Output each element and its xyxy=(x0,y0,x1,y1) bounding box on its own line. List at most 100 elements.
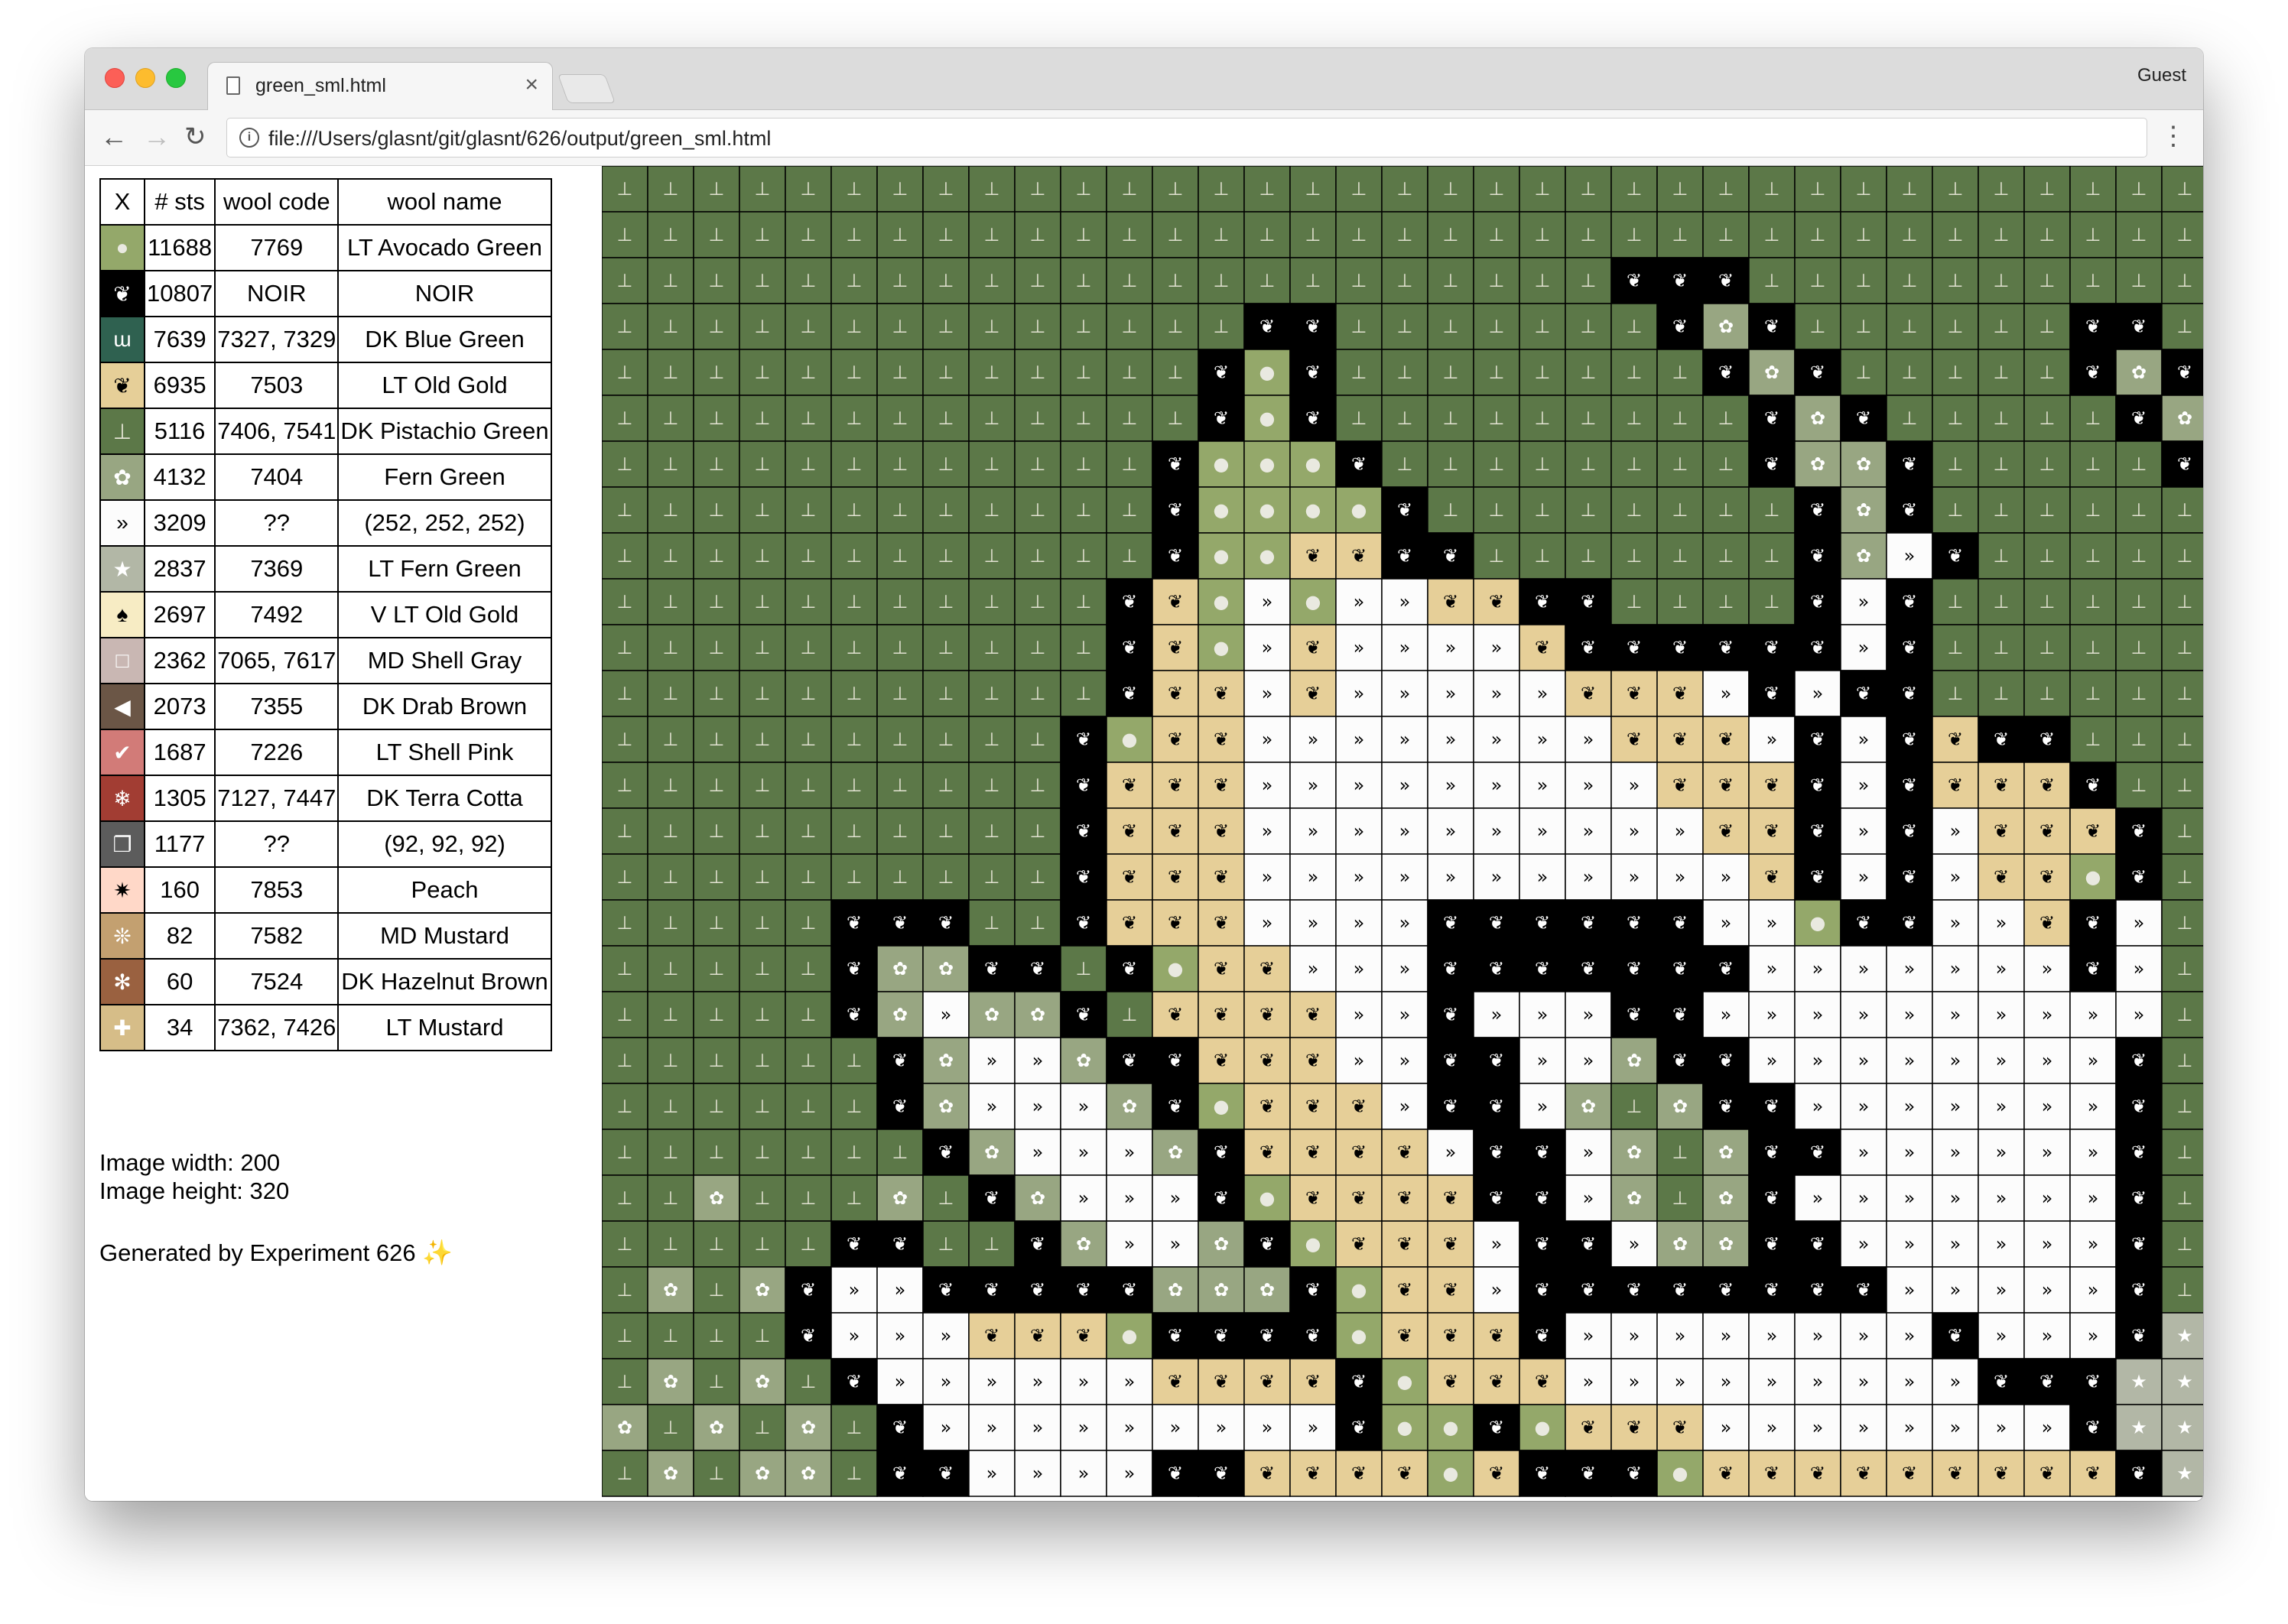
forward-icon[interactable]: → xyxy=(143,116,171,158)
stitch-symbol: » xyxy=(1170,1233,1181,1255)
browser-tab[interactable]: green_sml.html × xyxy=(207,62,553,111)
url-text[interactable]: file:///Users/glasnt/git/glasnt/626/outp… xyxy=(268,127,771,151)
stitch-symbol: ⊥ xyxy=(1076,958,1092,979)
stitch-symbol: ⊥ xyxy=(847,453,863,475)
tab-close-icon[interactable]: × xyxy=(525,72,538,98)
stitch-symbol: ❦ xyxy=(1810,866,1825,888)
stitch-symbol: ❦ xyxy=(1168,591,1183,612)
stitch-symbol: ❦ xyxy=(1351,1417,1367,1438)
stitch-symbol: » xyxy=(1629,1325,1640,1346)
stitch-symbol: ⊥ xyxy=(2177,637,2193,658)
stitch-symbol: ❦ xyxy=(1581,912,1596,934)
stitch-symbol: ⊥ xyxy=(1076,591,1092,612)
stitch-symbol: ❦ xyxy=(1994,1463,2009,1484)
stitch-symbol: ⊥ xyxy=(1764,591,1780,612)
stitch-symbol: ⊥ xyxy=(1030,408,1046,429)
stitch-symbol: ⊥ xyxy=(663,1050,679,1071)
stitch-symbol: » xyxy=(1904,1417,1916,1438)
stitch-symbol: ❦ xyxy=(2039,912,2055,934)
stitch-symbol: ⊥ xyxy=(2177,958,2193,979)
legend-symbol-cell: ❦ xyxy=(99,362,145,409)
stitch-symbol: ❦ xyxy=(2085,1463,2101,1484)
stitch-symbol: » xyxy=(1812,1004,1824,1025)
stitch-symbol: ⊥ xyxy=(1672,591,1688,612)
stitch-symbol: » xyxy=(2134,1004,2145,1025)
back-icon[interactable]: ← xyxy=(100,116,128,158)
stitch-symbol: ⊥ xyxy=(938,820,954,842)
profile-label[interactable]: Guest xyxy=(2137,65,2186,86)
stitch-symbol: ⊥ xyxy=(1672,408,1688,429)
stitch-count-cell: 11688 xyxy=(143,224,216,271)
symbol-swatch: ★ xyxy=(101,547,144,591)
stitch-symbol: ❦ xyxy=(1351,1096,1367,1117)
maximize-window-button[interactable] xyxy=(166,68,186,88)
stitch-symbol: ⊥ xyxy=(2177,775,2193,796)
stitch-symbol: ⊥ xyxy=(755,637,771,658)
stitch-symbol: ⊥ xyxy=(2177,729,2193,750)
stitch-symbol: » xyxy=(1445,775,1457,796)
stitch-symbol: ⊥ xyxy=(801,1233,817,1255)
stitch-symbol: ⊥ xyxy=(984,591,1000,612)
stitch-symbol: ⊥ xyxy=(755,499,771,521)
wool-name-cell: (252, 252, 252) xyxy=(337,499,552,547)
stitch-symbol: ❦ xyxy=(1259,1142,1275,1163)
stitch-symbol: ⊥ xyxy=(617,1233,633,1255)
stitch-symbol: ❦ xyxy=(1443,1050,1458,1071)
stitch-symbol: ⊥ xyxy=(2177,591,2193,612)
stitch-symbol: » xyxy=(1262,683,1273,704)
new-tab-button[interactable] xyxy=(557,74,616,103)
stitch-symbol: ⊥ xyxy=(663,178,679,200)
stitch-symbol: » xyxy=(1354,1050,1365,1071)
stitch-symbol: » xyxy=(1950,866,1961,888)
stitch-symbol: » xyxy=(1721,683,1732,704)
stitch-symbol: ❦ xyxy=(1214,1142,1229,1163)
stitch-symbol: ⊥ xyxy=(892,178,908,200)
stitch-symbol: ❦ xyxy=(1305,1279,1321,1301)
stitch-symbol: » xyxy=(1996,1417,2007,1438)
wool-code-cell: 7492 xyxy=(214,591,340,638)
close-window-button[interactable] xyxy=(105,68,125,88)
wool-name-cell: DK Hazelnut Brown xyxy=(337,958,552,1005)
stitch-symbol: ❦ xyxy=(1443,1004,1458,1025)
stitch-symbol: ⊥ xyxy=(2131,453,2147,475)
stitch-symbol: ⊥ xyxy=(709,178,725,200)
reload-icon[interactable]: ↻ xyxy=(184,116,206,158)
stitch-symbol: » xyxy=(1537,1050,1549,1071)
stitch-count-cell: 160 xyxy=(143,866,216,914)
stitch-symbol: ⊥ xyxy=(801,1371,817,1392)
stitch-symbol: ⊥ xyxy=(1856,178,1872,200)
stitch-symbol: ⊥ xyxy=(1076,499,1092,521)
stitch-symbol: ✿ xyxy=(1856,499,1871,521)
info-icon[interactable]: i xyxy=(239,128,259,148)
stitch-symbol: ● xyxy=(1351,499,1367,521)
menu-icon[interactable]: ⋮ xyxy=(2160,119,2186,153)
stitch-symbol: ❦ xyxy=(1397,545,1412,567)
stitch-symbol: ⊥ xyxy=(892,637,908,658)
stitch-symbol: ⊥ xyxy=(801,408,817,429)
stitch-symbol: ⊥ xyxy=(1902,270,1918,291)
stitch-symbol: ⊥ xyxy=(617,820,633,842)
stitch-symbol: ⊥ xyxy=(1351,224,1367,245)
stitch-symbol: ❦ xyxy=(1535,1142,1550,1163)
address-bar[interactable]: i file:///Users/glasnt/git/glasnt/626/ou… xyxy=(226,118,2147,158)
stitch-symbol: ❦ xyxy=(1764,820,1779,842)
stitch-symbol: ⊥ xyxy=(1030,683,1046,704)
stitch-symbol: ⊥ xyxy=(663,408,679,429)
wool-legend-table: X # sts wool code wool name ● 11688 7769 LT… xyxy=(99,178,552,1051)
stitch-symbol: ⊥ xyxy=(1535,270,1551,291)
stitch-symbol: ✿ xyxy=(1672,1096,1688,1117)
stitch-symbol: ⊥ xyxy=(1581,316,1597,337)
stitch-symbol: ❦ xyxy=(984,958,999,979)
stitch-symbol: ⊥ xyxy=(2039,683,2056,704)
legend-row: » 3209?? (252, 252, 252) xyxy=(99,499,552,547)
stitch-symbol: ⊥ xyxy=(1856,362,1872,383)
stitch-symbol: ⊥ xyxy=(984,270,1000,291)
stitch-symbol: ❦ xyxy=(1168,683,1183,704)
stitch-symbol: ⊥ xyxy=(801,224,817,245)
stitch-symbol: ❦ xyxy=(1718,729,1734,750)
minimize-window-button[interactable] xyxy=(135,68,155,88)
stitch-count-cell: 1687 xyxy=(143,729,216,776)
stitch-symbol: ✿ xyxy=(984,1004,999,1025)
stitch-symbol: ❦ xyxy=(2039,820,2055,842)
stitch-symbol: ✿ xyxy=(1627,1187,1642,1209)
